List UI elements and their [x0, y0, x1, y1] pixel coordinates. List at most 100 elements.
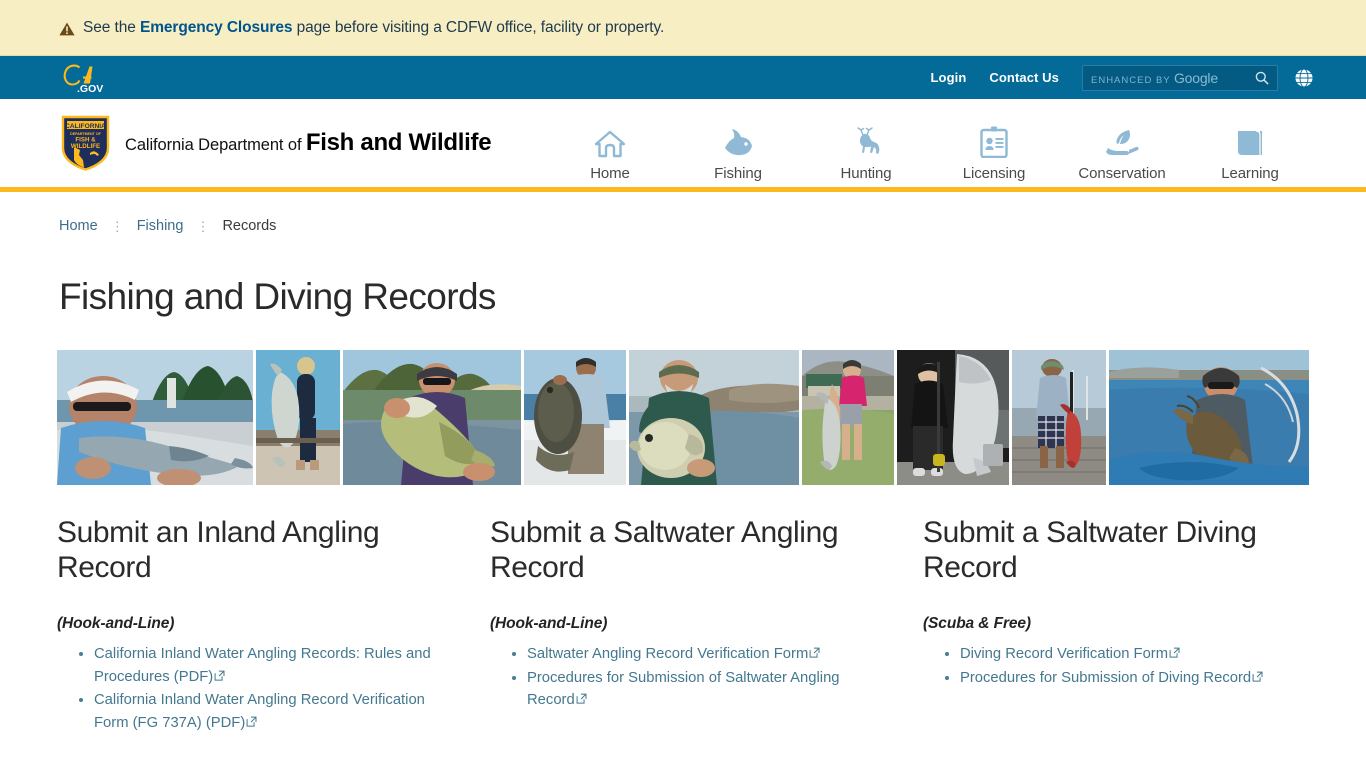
gallery-photo-6	[802, 350, 894, 485]
section-subhead-inland: (Hook-and-Line)	[57, 615, 175, 632]
book-icon	[1186, 124, 1314, 158]
search-placeholder-google: Google	[1173, 69, 1218, 86]
alert-suffix: page before visiting a CDFW office, faci…	[292, 18, 665, 36]
link-label: California Inland Water Angling Records:…	[94, 646, 431, 685]
list-item: California Inland Water Angling Records:…	[94, 643, 446, 688]
external-link-icon	[576, 693, 587, 704]
link-saltwater-procedures[interactable]: Procedures for Submission of Saltwater A…	[527, 670, 840, 709]
cdfw-shield-logo: CALIFORNIA DEPARTMENT OF FISH & WILDLIFE	[61, 115, 110, 171]
home-icon	[546, 124, 674, 158]
gallery-photo-7	[897, 350, 1009, 485]
section-heading-inland: Submit an Inland Angling Record	[57, 516, 380, 584]
cdfw-brand-link[interactable]: CALIFORNIA DEPARTMENT OF FISH & WILDLIFE…	[61, 115, 492, 171]
list-item: Procedures for Submission of Saltwater A…	[527, 667, 879, 712]
nav-label-hunting: Hunting	[840, 164, 892, 182]
site-header: CALIFORNIA DEPARTMENT OF FISH & WILDLIFE…	[0, 99, 1366, 192]
gallery-photo-4	[524, 350, 626, 485]
nav-item-licensing[interactable]: Licensing	[930, 124, 1058, 190]
section-inland-angling: Submit an Inland Angling Record (Hook-an…	[57, 515, 490, 735]
alert-prefix: See the	[83, 18, 140, 36]
ca-gov-logo: .GOV	[63, 64, 103, 94]
record-submission-sections: Submit an Inland Angling Record (Hook-an…	[57, 515, 1312, 735]
breadcrumb-item-fishing[interactable]: Fishing	[137, 218, 184, 234]
contact-us-link[interactable]: Contact Us	[989, 70, 1059, 85]
link-label: California Inland Water Angling Record V…	[94, 692, 425, 731]
shield-label-department: DEPARTMENT OF	[70, 132, 101, 136]
search-placeholder-enhanced: ENHANCED BY	[1091, 74, 1171, 86]
link-label: Saltwater Angling Record Verification Fo…	[527, 646, 809, 662]
external-link-icon	[246, 716, 257, 727]
nav-item-conservation[interactable]: Conservation	[1058, 124, 1186, 190]
gallery-photo-1	[57, 350, 253, 485]
alert-message: See the Emergency Closures page before v…	[83, 19, 664, 37]
section-heading-saltwater-angling: Submit a Saltwater Angling Record	[490, 516, 839, 584]
brand-line-1: California Department of	[125, 136, 302, 154]
link-inland-verification-form[interactable]: California Inland Water Angling Record V…	[94, 692, 425, 731]
main-navigation: Home Fishing Hunting Licensing Conservat…	[546, 97, 1366, 190]
shield-label-california: CALIFORNIA	[65, 123, 106, 130]
breadcrumb-item-home[interactable]: Home	[59, 218, 98, 234]
google-search-box[interactable]: ENHANCED BY Google	[1082, 64, 1278, 91]
nav-label-conservation: Conservation	[1078, 164, 1166, 182]
nav-label-learning: Learning	[1221, 164, 1279, 182]
record-catch-photo-gallery	[57, 350, 1309, 485]
utility-links-group: Login Contact Us ENHANCED BY Google	[930, 64, 1366, 91]
nav-item-learning[interactable]: Learning	[1186, 124, 1314, 190]
list-item: Procedures for Submission of Diving Reco…	[960, 667, 1312, 690]
breadcrumb: Home ⋮ Fishing ⋮ Records	[0, 192, 1366, 234]
external-link-icon	[214, 670, 225, 681]
nav-label-home: Home	[590, 164, 630, 182]
emergency-closures-link[interactable]: Emergency Closures	[140, 19, 293, 36]
search-icon[interactable]	[1255, 71, 1269, 85]
link-saltwater-verification-form[interactable]: Saltwater Angling Record Verification Fo…	[527, 646, 820, 662]
breadcrumb-separator: ⋮	[196, 218, 210, 234]
page-title: Fishing and Diving Records	[59, 276, 496, 317]
login-link[interactable]: Login	[930, 70, 966, 85]
link-label: Procedures for Submission of Diving Reco…	[960, 669, 1252, 686]
globe-language-icon[interactable]	[1294, 68, 1314, 88]
fish-icon	[674, 124, 802, 158]
gallery-photo-5	[629, 350, 799, 485]
list-item: Diving Record Verification Form	[960, 643, 1312, 666]
nav-item-home[interactable]: Home	[546, 124, 674, 190]
ca-gov-utility-bar: .GOV Login Contact Us ENHANCED BY Google	[0, 56, 1366, 99]
gallery-photo-3	[343, 350, 521, 485]
link-list-saltwater-angling: Saltwater Angling Record Verification Fo…	[490, 643, 879, 712]
link-label: Procedures for Submission of Saltwater A…	[527, 669, 840, 709]
link-label: Diving Record Verification Form	[960, 646, 1169, 662]
external-link-icon	[1252, 671, 1263, 682]
nav-label-fishing: Fishing	[714, 164, 762, 182]
nav-item-hunting[interactable]: Hunting	[802, 124, 930, 190]
section-subhead-saltwater-angling: (Hook-and-Line)	[490, 615, 608, 632]
ca-gov-logo-link[interactable]: .GOV	[0, 62, 113, 94]
breadcrumb-item-records: Records	[222, 218, 277, 234]
section-saltwater-angling: Submit a Saltwater Angling Record (Hook-…	[490, 515, 923, 735]
gallery-photo-2	[256, 350, 340, 485]
nav-item-fishing[interactable]: Fishing	[674, 124, 802, 190]
section-subhead-saltwater-diving: (Scuba & Free)	[923, 615, 1031, 632]
gallery-photo-9	[1109, 350, 1309, 485]
section-saltwater-diving: Submit a Saltwater Diving Record (Scuba …	[923, 515, 1312, 735]
list-item: Saltwater Angling Record Verification Fo…	[527, 643, 879, 666]
id-card-icon	[930, 124, 1058, 158]
link-diving-verification-form[interactable]: Diving Record Verification Form	[960, 646, 1180, 662]
list-item: California Inland Water Angling Record V…	[94, 689, 446, 734]
hand-leaf-icon	[1058, 124, 1186, 158]
brand-line-2: Fish and Wildlife	[305, 129, 492, 156]
search-input[interactable]: ENHANCED BY Google	[1091, 70, 1255, 86]
brand-wordmark: California Department of Fish and Wildli…	[125, 129, 492, 157]
emergency-alert-bar: See the Emergency Closures page before v…	[0, 0, 1366, 56]
section-heading-saltwater-diving: Submit a Saltwater Diving Record	[923, 516, 1257, 584]
external-link-icon	[809, 647, 820, 658]
deer-icon	[802, 124, 930, 158]
link-inland-rules-procedures[interactable]: California Inland Water Angling Records:…	[94, 646, 431, 685]
ca-gov-logo-suffix: .GOV	[77, 83, 103, 94]
external-link-icon	[1169, 647, 1180, 658]
link-list-saltwater-diving: Diving Record Verification Form Procedur…	[923, 643, 1312, 689]
link-diving-procedures[interactable]: Procedures for Submission of Diving Reco…	[960, 670, 1263, 686]
gallery-photo-8	[1012, 350, 1106, 485]
breadcrumb-separator: ⋮	[110, 218, 124, 234]
link-list-inland: California Inland Water Angling Records:…	[57, 643, 446, 734]
nav-label-licensing: Licensing	[962, 164, 1026, 182]
warning-triangle-icon	[59, 22, 75, 35]
